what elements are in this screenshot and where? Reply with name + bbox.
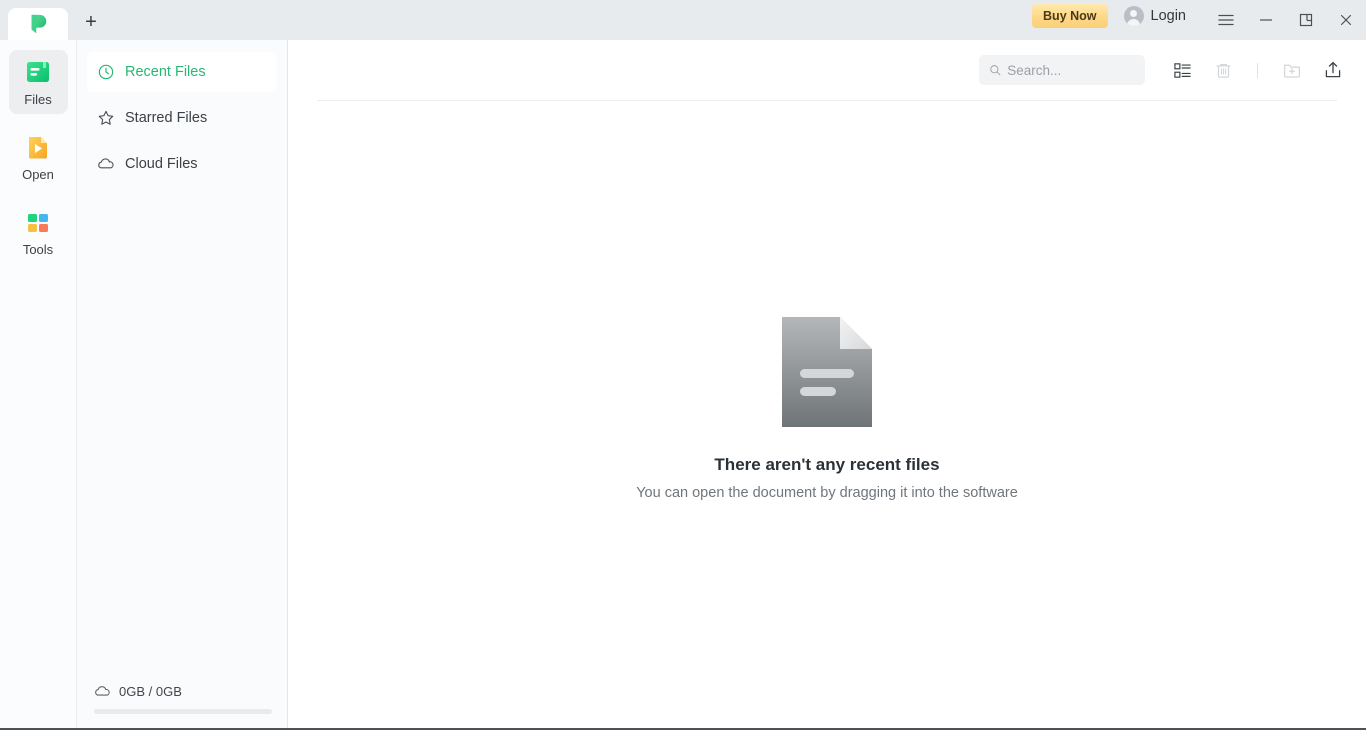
list-view-icon	[1173, 62, 1191, 78]
hamburger-menu-icon	[1218, 14, 1234, 26]
close-icon	[1340, 14, 1352, 26]
storage-row[interactable]: 0GB / 0GB	[94, 683, 273, 700]
toolbar-separator	[1257, 62, 1258, 78]
rail-label-files: Files	[24, 92, 52, 107]
open-folder-icon	[29, 137, 47, 159]
sidebar-label-starred-files: Starred Files	[125, 110, 208, 126]
sidebar-nav: Recent Files Starred Files Cloud Files	[77, 40, 287, 190]
minimize-button[interactable]	[1246, 0, 1286, 40]
storage-progress-bar	[94, 709, 272, 714]
rail-item-open[interactable]: Open	[9, 125, 68, 189]
sidebar: Recent Files Starred Files Cloud Files 0…	[77, 40, 288, 728]
rail-label-open: Open	[22, 167, 54, 182]
search-input[interactable]	[1007, 62, 1135, 78]
sidebar-footer: 0GB / 0GB	[77, 683, 287, 728]
main-content: There aren't any recent files You can op…	[288, 40, 1366, 728]
new-folder-icon	[1283, 64, 1301, 78]
sidebar-item-starred-files[interactable]: Starred Files	[87, 98, 277, 138]
sidebar-item-cloud-files[interactable]: Cloud Files	[87, 144, 277, 184]
restore-icon	[1299, 13, 1313, 27]
cloud-icon	[95, 686, 110, 696]
sidebar-label-cloud-files: Cloud Files	[125, 156, 198, 172]
body: Files Open Tools Recent Files Starred Fi…	[0, 40, 1366, 728]
rail-item-files[interactable]: Files	[8, 50, 68, 114]
title-bar: + Buy Now Login	[0, 0, 1366, 40]
empty-state-title: There aren't any recent files	[714, 455, 940, 474]
cloud-icon	[98, 158, 114, 169]
upload-button[interactable]	[1318, 55, 1348, 85]
left-rail: Files Open Tools	[0, 40, 77, 728]
files-icon	[27, 62, 49, 82]
rail-label-tools: Tools	[22, 242, 54, 257]
hamburger-menu-button[interactable]	[1206, 0, 1246, 40]
content-toolbar	[288, 40, 1366, 100]
login-button[interactable]: Login	[1123, 6, 1186, 26]
minimize-icon	[1260, 19, 1272, 21]
sidebar-label-recent-files: Recent Files	[125, 64, 206, 80]
star-icon	[98, 110, 114, 125]
upload-icon	[1325, 61, 1341, 78]
restore-button[interactable]	[1286, 0, 1326, 40]
rail-item-tools[interactable]: Tools	[9, 200, 68, 264]
search-box[interactable]	[979, 55, 1145, 85]
app-window: + Buy Now Login Files Open Tools Recent …	[0, 0, 1366, 730]
avatar-icon	[1123, 6, 1144, 26]
list-view-button[interactable]	[1167, 55, 1197, 85]
login-label: Login	[1150, 8, 1186, 24]
sidebar-item-recent-files[interactable]: Recent Files	[87, 52, 277, 92]
document-placeholder-icon	[782, 317, 872, 427]
empty-state: There aren't any recent files You can op…	[288, 101, 1366, 728]
tools-grid-icon	[28, 214, 48, 232]
delete-button[interactable]	[1208, 55, 1238, 85]
trash-icon	[1215, 63, 1231, 78]
search-icon	[990, 65, 1001, 76]
new-tab-button[interactable]: +	[74, 6, 108, 38]
empty-state-subtitle: You can open the document by dragging it…	[636, 485, 1018, 501]
app-logo-icon	[31, 14, 47, 34]
close-button[interactable]	[1326, 0, 1366, 40]
titlebar-actions: Buy Now Login	[1032, 0, 1366, 40]
clock-icon	[98, 64, 114, 80]
tab-home[interactable]	[8, 8, 68, 40]
new-folder-button[interactable]	[1277, 55, 1307, 85]
storage-text: 0GB / 0GB	[119, 684, 182, 699]
tab-strip: +	[0, 0, 108, 40]
buy-now-button[interactable]: Buy Now	[1032, 4, 1108, 28]
